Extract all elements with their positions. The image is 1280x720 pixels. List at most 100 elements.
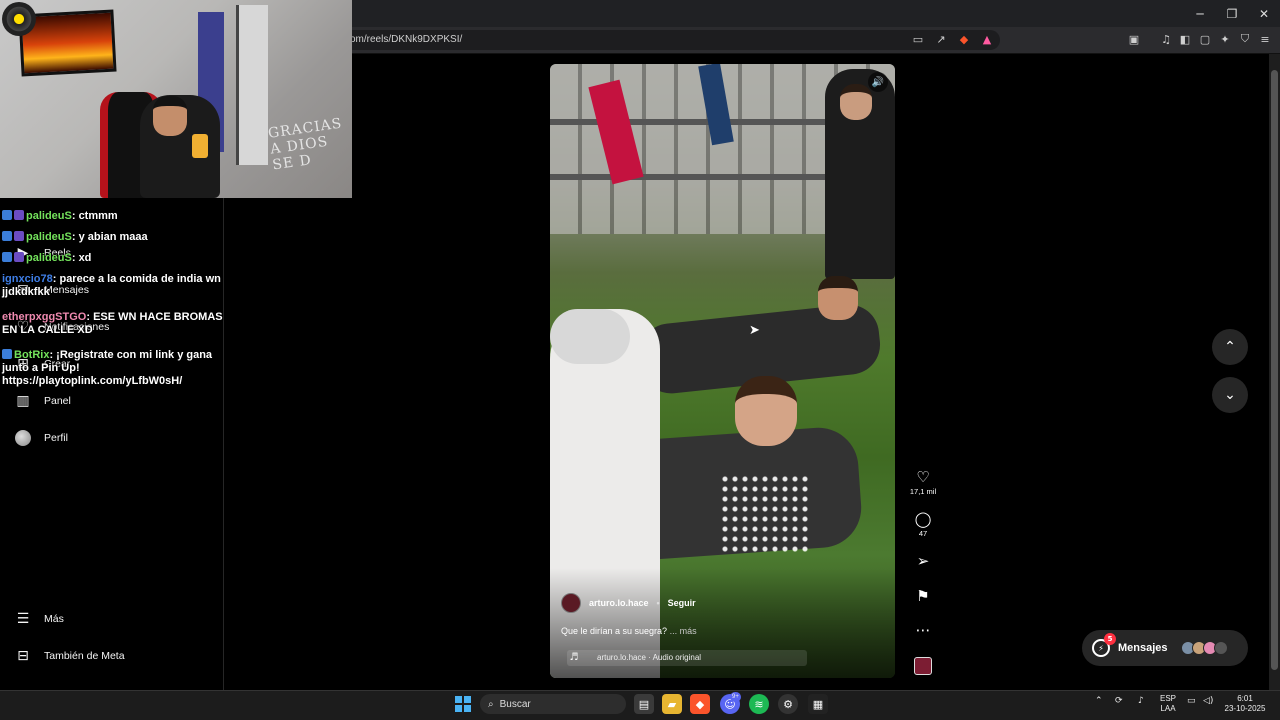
save-button[interactable]: ⚑ [905, 587, 941, 605]
person-hair [550, 309, 630, 364]
language-code: ESP [1159, 694, 1176, 703]
music-note-icon: ♬ [569, 652, 579, 663]
restore-button[interactable]: ❐ [1216, 0, 1248, 27]
message-avatars [1180, 641, 1228, 655]
like-button[interactable]: ♡ 17,1 mil [905, 468, 941, 496]
chart-icon: ▥ [16, 393, 30, 409]
sidebar-toggle-icon[interactable]: ◧ [1177, 31, 1193, 47]
chat-message: BotRix: ¡Registrate con mi link y gana j… [2, 349, 213, 387]
more-options-button[interactable]: ⋯ [905, 621, 941, 639]
window-controls: ─ ❐ ✕ [1184, 0, 1280, 27]
taskbar-search[interactable]: ⌕ Buscar [480, 694, 626, 714]
webcam-overlay: GRACIAS A DIOS SE D [0, 0, 352, 198]
chevron-up-icon: ⌃ [1224, 339, 1236, 355]
wallet-icon[interactable]: ▢ [1197, 31, 1213, 47]
comment-icon: ◯ [914, 510, 932, 528]
address-bar[interactable]: om/reels/DKNk9DXPKSI/ [340, 30, 1000, 50]
search-icon: ⌕ [488, 698, 494, 710]
send-icon: ➢ [916, 552, 930, 570]
drink-cup [192, 134, 208, 158]
network-icon[interactable]: ▭ [1187, 696, 1196, 706]
mouse-cursor-icon: ➤ [749, 323, 760, 338]
audio-thumbnail[interactable] [914, 657, 932, 675]
like-count: 17,1 mil [909, 487, 937, 496]
clock-time: 6:01 [1237, 694, 1253, 703]
microphone-icon[interactable]: ♪ [1138, 696, 1144, 706]
author-avatar[interactable] [561, 593, 581, 613]
badge-icon [2, 252, 12, 262]
reel-author: arturo.lo.hace • Seguir [561, 593, 696, 613]
meta-apps-icon: ⊟ [17, 648, 29, 664]
previous-reel-button[interactable]: ⌃ [1212, 329, 1248, 365]
comment-button[interactable]: ◯ 47 [905, 510, 941, 538]
scroll-thumb[interactable] [1271, 70, 1278, 670]
streamer-head [153, 96, 187, 136]
sidebar-item-profile[interactable]: Perfil [14, 429, 68, 447]
flowers [720, 474, 810, 554]
reel-caption: Que le dirían a su suegra? ... más [561, 626, 697, 636]
share-icon[interactable]: ↗ [933, 31, 949, 47]
rewards-icon[interactable]: ▲ [979, 31, 995, 47]
messages-pill[interactable]: ⚡ 5 Mensajes [1082, 630, 1248, 666]
volume-icon[interactable]: ◁) [1203, 696, 1213, 706]
sidebar-item-panel[interactable]: ▥ Panel [14, 392, 70, 410]
follow-button[interactable]: Seguir [668, 598, 696, 608]
audio-label[interactable]: arturo.lo.hace · Audio original [567, 650, 807, 666]
heart-icon: ♡ [916, 468, 930, 486]
app-icon[interactable]: ▦ [808, 694, 828, 714]
file-explorer-icon[interactable]: ▰ [662, 694, 682, 714]
chat-message: palideuS: y abian maaa [2, 231, 238, 244]
search-label: Buscar [499, 698, 531, 710]
wall-text: GRACIAS A DIOS SE D [267, 115, 344, 174]
language-indicator[interactable]: ESP LAA [1156, 694, 1180, 714]
badge-icon [14, 252, 24, 262]
volume-icon[interactable]: 🔊 [868, 72, 888, 92]
sidebar-item-meta[interactable]: ⊟ También de Meta [14, 647, 125, 665]
stream-logo [2, 2, 36, 36]
chat-message: palideuS: ctmmm [2, 210, 238, 223]
chat-message: palideuS: xd [2, 252, 238, 265]
caption-text: Que le dirían a su suegra? [561, 626, 668, 636]
unread-badge: 5 [1104, 633, 1116, 645]
discord-badge: 9+ [730, 692, 741, 702]
badge-icon [2, 210, 12, 220]
task-view-icon[interactable]: ▤ [634, 694, 654, 714]
more-icon: ⋯ [915, 621, 931, 639]
badge-icon [14, 210, 24, 220]
music-icon[interactable]: ♫ [1158, 31, 1174, 47]
reel-video[interactable] [550, 64, 895, 678]
sync-icon[interactable]: ⟳ [1115, 696, 1123, 706]
clock[interactable]: 6:01 23-10-2025 [1222, 694, 1268, 714]
comment-count: 47 [918, 529, 928, 538]
brave-browser-icon[interactable]: ◆ [690, 694, 710, 714]
clock-date: 23-10-2025 [1224, 704, 1266, 713]
brave-shield-icon[interactable]: ◆ [956, 31, 972, 47]
messages-label: Mensajes [1118, 642, 1168, 654]
menu-icon[interactable]: ≡ [1257, 31, 1273, 47]
cast-icon[interactable]: ▭ [910, 31, 926, 47]
steam-icon[interactable]: ⚙ [778, 694, 798, 714]
person-face [735, 376, 797, 446]
page-scrollbar[interactable] [1269, 54, 1280, 690]
hamburger-icon: ☰ [16, 611, 30, 627]
caption-more-link[interactable]: ... más [670, 626, 697, 636]
leo-ai-icon[interactable]: ✦ [1217, 31, 1233, 47]
separator: • [656, 598, 660, 608]
person-face [818, 276, 858, 320]
share-button[interactable]: ➢ [905, 552, 941, 570]
tab-icon[interactable]: ▣ [1126, 31, 1142, 47]
messenger-icon: ⚡ 5 [1092, 633, 1116, 657]
badge-icon [2, 349, 12, 359]
badge-icon [14, 231, 24, 241]
vpn-icon[interactable]: ⛉ [1237, 31, 1253, 47]
avatar [1213, 641, 1228, 655]
next-reel-button[interactable]: ⌄ [1212, 377, 1248, 413]
spotify-icon[interactable]: ≋ [749, 694, 769, 714]
sidebar-item-more[interactable]: ☰ Más [14, 610, 64, 628]
tray-overflow-icon[interactable]: ⌃ [1095, 696, 1103, 706]
minimize-button[interactable]: ─ [1184, 0, 1216, 27]
sidebar-item-label: También de Meta [44, 650, 125, 662]
windows-start-icon[interactable] [455, 696, 471, 712]
author-name[interactable]: arturo.lo.hace [589, 598, 649, 608]
close-button[interactable]: ✕ [1248, 0, 1280, 27]
